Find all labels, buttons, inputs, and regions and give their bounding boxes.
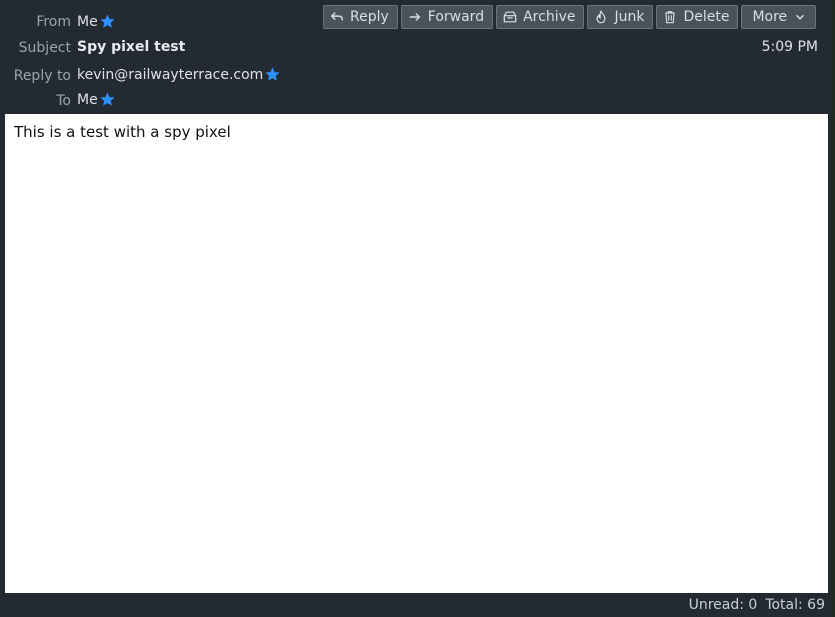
message-header: From Me Subject Spy pixel test Reply to … xyxy=(0,0,831,114)
more-button[interactable]: More xyxy=(741,5,817,29)
unread-count: Unread: 0 xyxy=(688,597,758,613)
background-edge xyxy=(831,0,835,617)
reply-button[interactable]: Reply xyxy=(323,5,398,29)
delete-button[interactable]: Delete xyxy=(656,5,739,29)
junk-button[interactable]: Junk xyxy=(587,5,654,29)
message-time: 5:09 PM xyxy=(761,39,818,55)
total-count: Total: 69 xyxy=(765,597,825,613)
from-value[interactable]: Me xyxy=(77,14,98,30)
reply-to-label: Reply to xyxy=(13,68,71,84)
message-toolbar: Reply Forward Archive Junk Delete More xyxy=(323,5,817,29)
status-bar: Unread: 0 Total: 69 xyxy=(0,593,831,617)
delete-icon xyxy=(665,11,676,24)
junk-icon xyxy=(596,10,607,24)
reply-to-value[interactable]: kevin@railwayterrace.com xyxy=(77,67,263,83)
more-label: More xyxy=(752,9,788,25)
status-counts: Unread: 0 Total: 69 xyxy=(689,597,825,613)
message-window: From Me Subject Spy pixel test Reply to … xyxy=(0,0,831,617)
to-field[interactable]: Me xyxy=(77,91,116,108)
subject-label: Subject xyxy=(18,40,71,56)
forward-label: Forward xyxy=(427,9,485,25)
star-icon[interactable] xyxy=(99,13,116,30)
chevron-down-icon xyxy=(796,14,805,20)
to-value[interactable]: Me xyxy=(77,92,98,108)
reply-to-field[interactable]: kevin@railwayterrace.com xyxy=(77,66,281,83)
from-label: From xyxy=(36,14,71,30)
forward-icon xyxy=(409,13,421,21)
to-label: To xyxy=(56,93,71,109)
star-icon[interactable] xyxy=(264,66,281,83)
star-icon[interactable] xyxy=(99,91,116,108)
message-text: This is a test with a spy pixel xyxy=(14,123,231,141)
reply-icon xyxy=(330,12,343,21)
delete-label: Delete xyxy=(683,9,730,25)
message-body[interactable]: This is a test with a spy pixel xyxy=(5,114,828,593)
forward-button[interactable]: Forward xyxy=(400,5,494,29)
subject-value: Spy pixel test xyxy=(77,39,186,55)
archive-icon xyxy=(503,11,517,23)
from-field[interactable]: Me xyxy=(77,13,116,30)
reply-label: Reply xyxy=(350,9,389,25)
archive-button[interactable]: Archive xyxy=(496,5,585,29)
archive-label: Archive xyxy=(523,9,576,25)
junk-label: Junk xyxy=(614,9,645,25)
